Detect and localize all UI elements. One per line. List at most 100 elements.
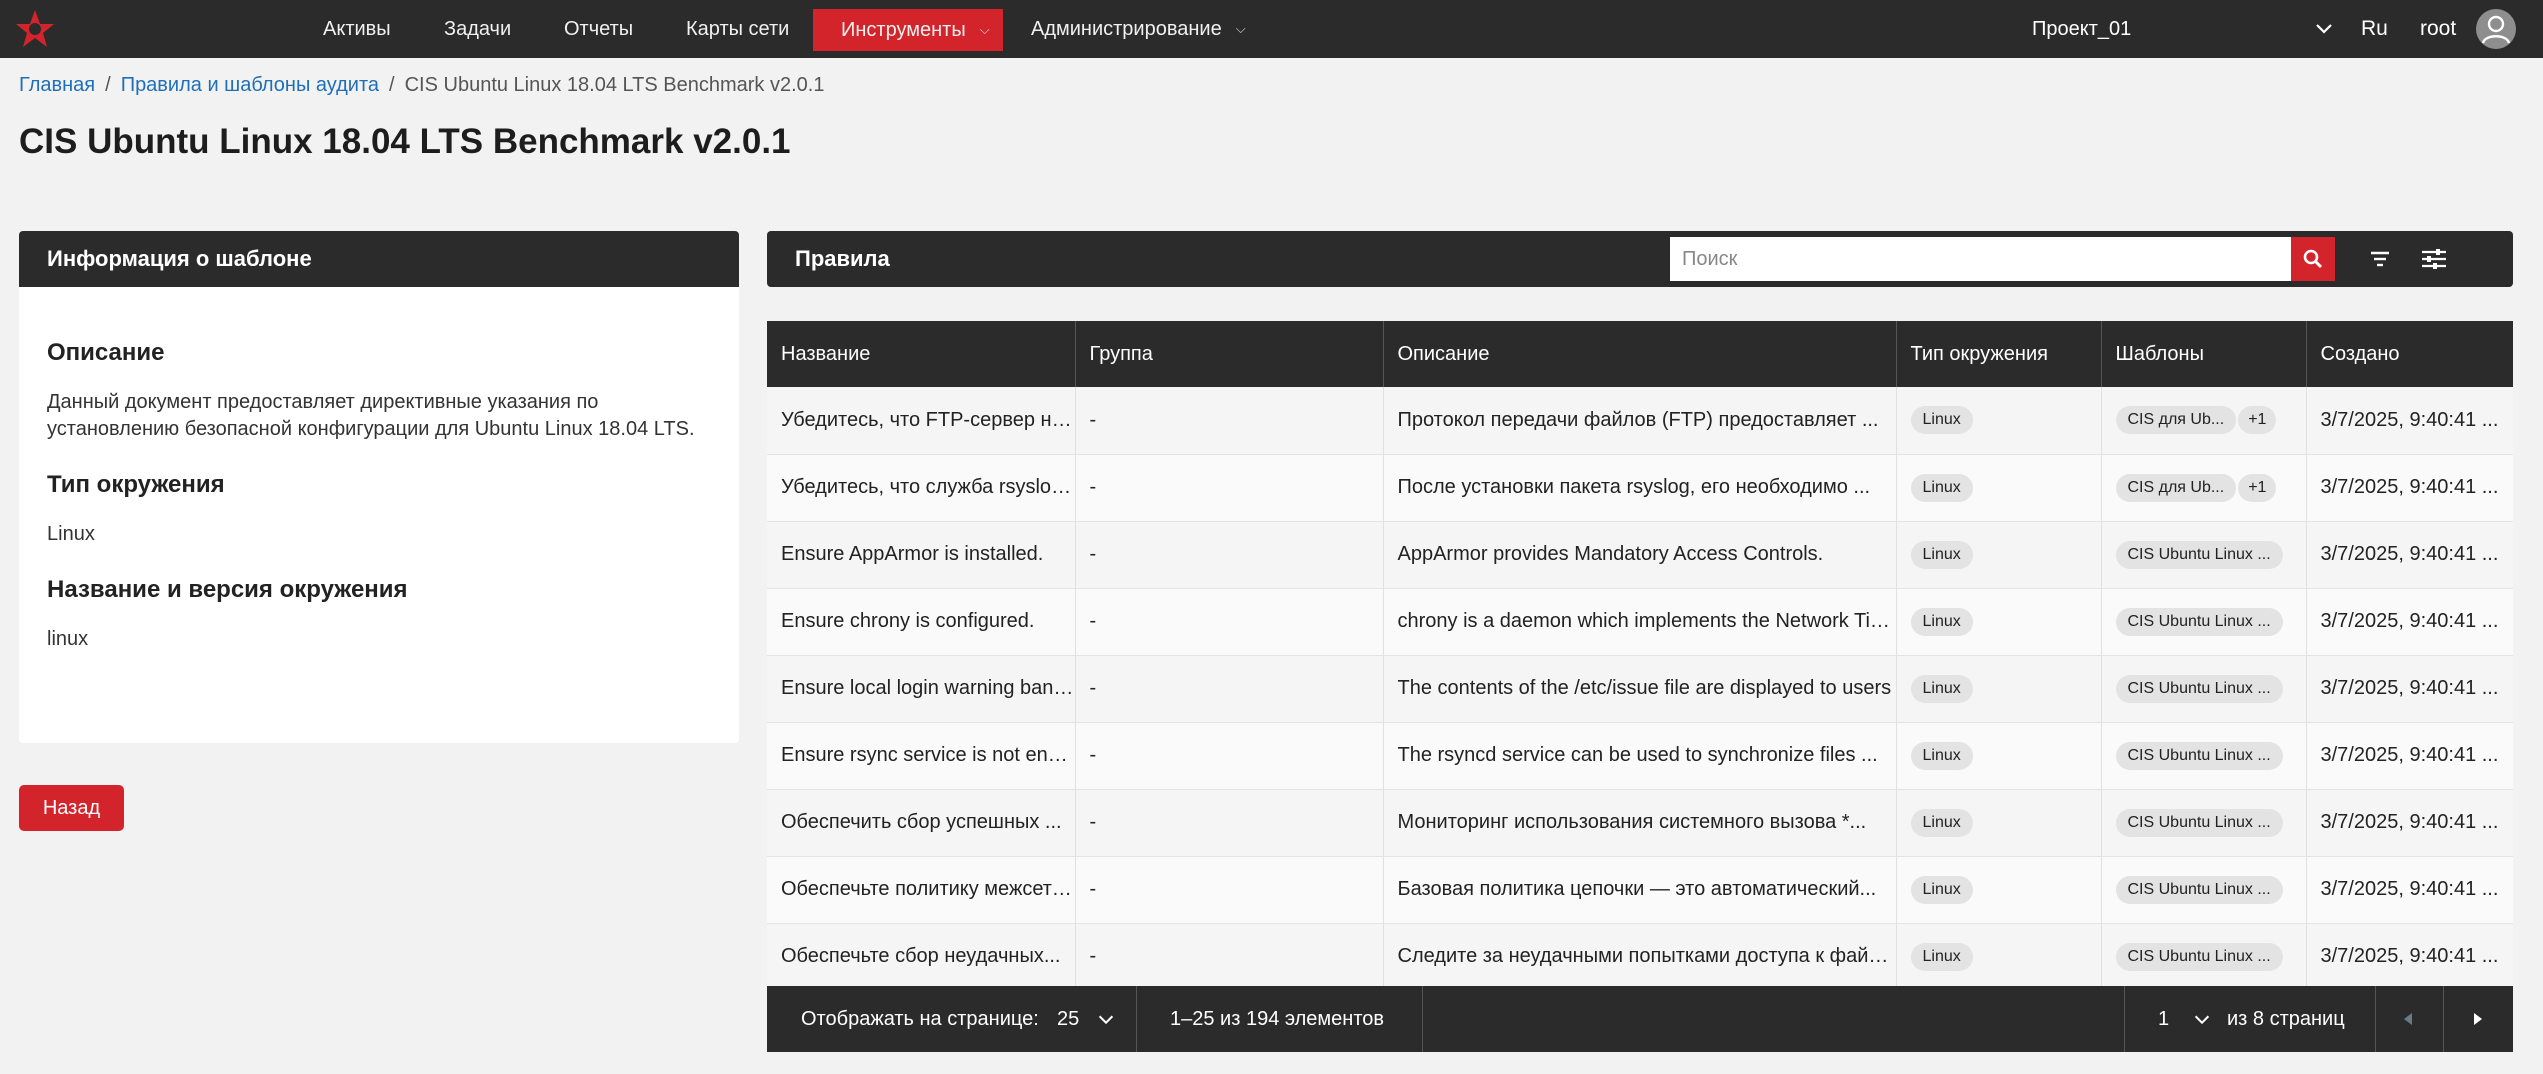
prev-page-icon[interactable] xyxy=(2397,1008,2419,1030)
nav-assets[interactable]: Активы xyxy=(305,0,409,58)
env-type-tag: Linux xyxy=(1910,674,1973,703)
rules-table-container: Название Группа Описание Тип окружения Ш… xyxy=(767,321,2513,986)
template-tags: CIS для Ub... +1 xyxy=(2115,473,2306,502)
cell-name[interactable]: Ensure local login warning banner is con… xyxy=(767,655,1076,723)
cell-name[interactable]: Обеспечьте политику межсетевого экрана xyxy=(767,856,1076,924)
cell-env-type: Linux xyxy=(1896,722,2102,790)
cell-templates: CIS Ubuntu Linux ... xyxy=(2101,521,2307,589)
table-row[interactable]: Ensure chrony is configured. - chrony is a… xyxy=(767,588,2513,656)
template-info-panel: Информация о шаблоне Описание Данный док… xyxy=(19,231,739,743)
cell-group: - xyxy=(1075,387,1384,455)
template-tags: CIS Ubuntu Linux ... xyxy=(2115,808,2306,837)
template-info-header: Информация о шаблоне xyxy=(19,231,739,287)
more-templates-tag[interactable]: +1 xyxy=(2238,473,2277,502)
cell-env-type: Linux xyxy=(1896,454,2102,522)
column-header-group[interactable]: Группа xyxy=(1075,321,1384,387)
template-tag: CIS Ubuntu Linux ... xyxy=(2115,808,2283,837)
cell-created: 3/7/2025, 9:40:41 ... xyxy=(2306,387,2513,455)
avatar-icon[interactable] xyxy=(2476,9,2516,49)
page-title: CIS Ubuntu Linux 18.04 LTS Benchmark v2.… xyxy=(19,122,791,161)
search-button[interactable] xyxy=(2291,237,2335,281)
user-name[interactable]: root xyxy=(2420,0,2456,58)
nav-administration-label: Администрирование xyxy=(1031,17,1222,40)
table-row[interactable]: Ensure local login warning banner is con… xyxy=(767,655,2513,723)
cell-name[interactable]: Ensure chrony is configured. xyxy=(767,588,1076,656)
env-type-tag: Linux xyxy=(1910,540,1973,569)
back-button[interactable]: Назад xyxy=(19,785,124,831)
env-type-heading: Тип окружения xyxy=(47,471,225,498)
cell-name[interactable]: Ensure AppArmor is installed. xyxy=(767,521,1076,589)
column-header-created[interactable]: Создано xyxy=(2306,321,2513,387)
cell-description: Следите за неудачными попытками доступа … xyxy=(1383,923,1897,986)
template-tag: CIS Ubuntu Linux ... xyxy=(2115,674,2283,703)
filter-icon[interactable] xyxy=(2365,244,2395,274)
column-header-templates[interactable]: Шаблоны xyxy=(2101,321,2307,387)
rules-table: Название Группа Описание Тип окружения Ш… xyxy=(767,321,2513,986)
cell-created: 3/7/2025, 9:40:41 ... xyxy=(2306,923,2513,986)
table-row[interactable]: Обеспечьте сбор неудачных... - Следите за … xyxy=(767,923,2513,986)
cell-created: 3/7/2025, 9:40:41 ... xyxy=(2306,588,2513,656)
rules-panel-header: Правила xyxy=(767,231,2513,287)
template-tags: CIS Ubuntu Linux ... xyxy=(2115,674,2306,703)
template-tag: CIS Ubuntu Linux ... xyxy=(2115,875,2283,904)
project-selector[interactable]: Проект_01 xyxy=(2032,0,2131,58)
table-row[interactable]: Убедитесь, что FTP-сервер не установлен-… xyxy=(767,387,2513,455)
template-tags: CIS Ubuntu Linux ... xyxy=(2115,741,2306,770)
column-header-description[interactable]: Описание xyxy=(1383,321,1897,387)
template-tag: CIS для Ub... xyxy=(2115,406,2237,435)
breadcrumb-audit-rules[interactable]: Правила и шаблоны аудита xyxy=(121,74,379,97)
page-select[interactable]: 1 xyxy=(2158,986,2213,1052)
search-icon xyxy=(2303,249,2323,269)
cell-group: - xyxy=(1075,588,1384,656)
nav-tools[interactable]: Инструменты ⌵ xyxy=(813,9,1003,51)
cell-name[interactable]: Обеспечьте сбор неудачных... xyxy=(767,923,1076,986)
env-type-tag: Linux xyxy=(1910,741,1973,770)
cell-env-type: Linux xyxy=(1896,923,2102,986)
cell-group: - xyxy=(1075,454,1384,522)
cell-templates: CIS Ubuntu Linux ... xyxy=(2101,722,2307,790)
template-tags: CIS Ubuntu Linux ... xyxy=(2115,607,2306,636)
star-logo-icon[interactable] xyxy=(14,8,56,50)
nav-reports[interactable]: Отчеты xyxy=(546,0,651,58)
cell-description: chrony is a daemon which implements the … xyxy=(1383,588,1897,656)
column-header-name[interactable]: Название xyxy=(767,321,1076,387)
breadcrumb-separator: / xyxy=(105,74,111,96)
template-tag: CIS Ubuntu Linux ... xyxy=(2115,540,2283,569)
more-templates-tag[interactable]: +1 xyxy=(2238,406,2277,435)
nav-administration[interactable]: Администрирование ⌵ xyxy=(1013,0,1264,58)
chevron-down-icon[interactable] xyxy=(2312,16,2336,40)
settings-sliders-icon[interactable] xyxy=(2419,244,2449,274)
table-row[interactable]: Ensure rsync service is not enabled - The … xyxy=(767,722,2513,790)
table-row[interactable]: Обеспечить сбор успешных ... - Мониторинг … xyxy=(767,789,2513,857)
cell-created: 3/7/2025, 9:40:41 ... xyxy=(2306,856,2513,924)
table-row[interactable]: Ensure AppArmor is installed. - AppArmor p… xyxy=(767,521,2513,589)
template-tags: CIS Ubuntu Linux ... xyxy=(2115,942,2306,971)
search-input[interactable] xyxy=(1670,237,2291,281)
cell-env-type: Linux xyxy=(1896,789,2102,857)
table-row[interactable]: Обеспечьте политику межсетевого экрана-Б… xyxy=(767,856,2513,924)
cell-name[interactable]: Ensure rsync service is not enabled xyxy=(767,722,1076,790)
cell-env-type: Linux xyxy=(1896,588,2102,656)
nav-network-maps[interactable]: Карты сети xyxy=(668,0,807,58)
table-row[interactable]: Убедитесь, что служба rsyslog ... - После … xyxy=(767,454,2513,522)
per-page-value: 25 xyxy=(1057,1007,1080,1030)
cell-name[interactable]: Убедитесь, что FTP-сервер не установлен xyxy=(767,387,1076,455)
nav-tasks[interactable]: Задачи xyxy=(426,0,529,58)
per-page-select[interactable]: 25 xyxy=(1057,986,1117,1052)
cell-group: - xyxy=(1075,521,1384,589)
column-header-env-type[interactable]: Тип окружения xyxy=(1896,321,2102,387)
cell-name[interactable]: Убедитесь, что служба rsyslog ... xyxy=(767,454,1076,522)
per-page-label: Отображать на странице: xyxy=(801,1007,1039,1030)
language-switcher[interactable]: Ru xyxy=(2361,0,2388,58)
breadcrumb-home[interactable]: Главная xyxy=(19,74,95,97)
cell-description: Мониторинг использования системного вызо… xyxy=(1383,789,1897,857)
env-type-tag: Linux xyxy=(1910,406,1973,435)
cell-name[interactable]: Обеспечить сбор успешных ... xyxy=(767,789,1076,857)
next-page-icon[interactable] xyxy=(2467,1008,2489,1030)
page-value: 1 xyxy=(2158,1007,2170,1030)
cell-templates: CIS Ubuntu Linux ... xyxy=(2101,655,2307,723)
nav-tools-label: Инструменты xyxy=(841,18,966,41)
cell-created: 3/7/2025, 9:40:41 ... xyxy=(2306,722,2513,790)
cell-created: 3/7/2025, 9:40:41 ... xyxy=(2306,521,2513,589)
description-text: Данный документ предоставляет директивны… xyxy=(47,391,695,440)
